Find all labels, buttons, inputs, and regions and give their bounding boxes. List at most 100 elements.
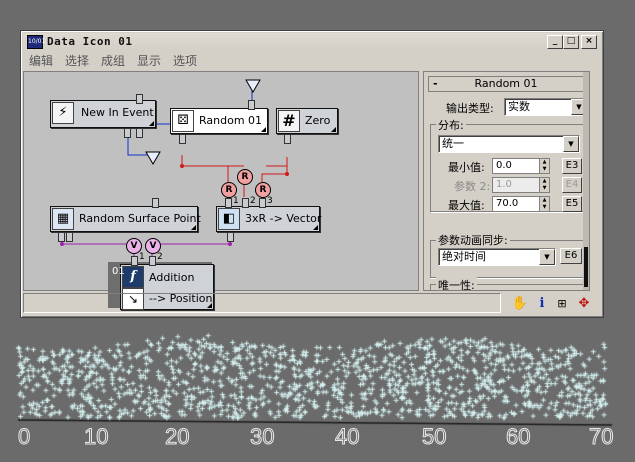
anim-sync-dropdown[interactable]: 绝对时间 ▼ (438, 248, 556, 266)
node-port[interactable] (242, 198, 249, 208)
port-number: 3 (267, 196, 273, 206)
axis-label: 20 (164, 424, 190, 450)
max-spinner[interactable]: 70.0 ▲ ▼ (492, 196, 550, 212)
wire-random-r (181, 155, 244, 167)
distribution-group-label: 分布: (436, 117, 466, 133)
node-port[interactable] (136, 128, 143, 138)
axis-label: 30 (249, 424, 275, 450)
vector-icon: ◧ (218, 208, 240, 230)
node-port[interactable] (225, 198, 232, 208)
node-label: Random Surface Point (79, 212, 201, 225)
status-bar (23, 293, 501, 313)
min-label: 最小值: (448, 161, 485, 174)
spinner-value: 70.0 (496, 198, 519, 209)
node-corner (191, 225, 196, 230)
e5-button[interactable]: E5 (562, 196, 582, 212)
spinner-value: 1.0 (496, 179, 512, 190)
menu-group[interactable]: 成组 (101, 52, 125, 69)
operator-r[interactable]: R (237, 169, 253, 185)
hand-icon[interactable]: ✋ (511, 295, 529, 313)
wire-vector-to-v2 (158, 230, 231, 245)
output-type-label: 输出类型: (446, 102, 494, 115)
dropdown-value: 绝对时间 (442, 250, 486, 263)
max-label: 最大值: (448, 199, 485, 212)
node-port[interactable] (284, 134, 291, 144)
wire-junction (180, 164, 184, 168)
node-corner (313, 225, 318, 230)
chevron-down-icon[interactable]: ▼ (563, 136, 579, 152)
node-port[interactable] (131, 256, 138, 266)
node-port[interactable] (227, 232, 234, 242)
dropdown-value: 统一 (442, 137, 464, 150)
close-button[interactable]: × (581, 35, 597, 49)
wire-zero-r (266, 165, 288, 174)
node-grid-icon[interactable]: ⊞ (553, 295, 571, 313)
node-random-surface-point[interactable]: ▦ Random Surface Point (50, 206, 201, 232)
wire-zero-to-r3 (261, 157, 288, 182)
uniqueness-group-label: 唯一性: (436, 277, 477, 291)
min-spinner[interactable]: 0.0 ▲ ▼ (492, 158, 550, 174)
schematic-canvas[interactable]: ⚡ New In Event ⚄ Random 01 # Zero ▦ Rand… (23, 71, 419, 310)
e3-button[interactable]: E3 (562, 158, 582, 174)
axis-label: 10 (83, 424, 109, 450)
maximize-button[interactable]: □ (563, 35, 579, 49)
spinner-arrows-icon[interactable]: ▲ ▼ (539, 197, 549, 211)
menu-options[interactable]: 选项 (173, 52, 197, 69)
operator-r[interactable]: R (255, 182, 271, 198)
node-port[interactable] (259, 198, 266, 208)
node-port[interactable] (179, 134, 186, 144)
move-icon[interactable]: ✥ (575, 295, 593, 313)
node-corner (331, 127, 336, 132)
dropdown-value: 实数 (508, 100, 530, 113)
node-random-01[interactable]: ⚄ Random 01 (170, 108, 268, 134)
node-label: Random 01 (199, 114, 263, 127)
parameters-panel: - Random 01 输出类型: 实数 ▼ 分布: 统一 ▼ 最小值: 0.0… (423, 71, 590, 291)
node-zero[interactable]: # Zero (276, 108, 338, 134)
menu-edit[interactable]: 编辑 (29, 52, 53, 69)
wire-junction (285, 172, 289, 176)
node-new-in-event[interactable]: ⚡ New In Event (50, 100, 156, 128)
node-vector[interactable]: ◧ 3xR -> Vector (216, 206, 321, 232)
minimize-button[interactable]: _ (547, 35, 563, 49)
panel-scrollbar[interactable] (583, 72, 589, 290)
spinner-arrows-icon[interactable]: ▲ ▼ (539, 159, 549, 173)
wire-junction (228, 242, 232, 246)
axis-label: 0 (17, 424, 31, 450)
function-icon: f (122, 266, 144, 288)
spinner-value: 0.0 (496, 160, 512, 171)
wire-random-to-r1 (181, 155, 229, 182)
operator-r[interactable]: R (221, 182, 237, 198)
node-port[interactable] (248, 100, 255, 110)
node-port[interactable] (124, 128, 131, 138)
dice-icon: ⚄ (172, 110, 194, 132)
node-port[interactable] (66, 232, 73, 242)
node-port[interactable] (58, 232, 65, 242)
input-triangle-icon (245, 79, 261, 93)
menu-display[interactable]: 显示 (137, 52, 161, 69)
wire-junction (60, 242, 64, 246)
scrollbar-thumb[interactable] (584, 247, 588, 287)
node-port[interactable] (136, 94, 143, 104)
info-icon[interactable]: i (533, 295, 551, 313)
output-type-dropdown[interactable]: 实数 ▼ (504, 98, 588, 116)
distribution-dropdown[interactable]: 统一 ▼ (438, 135, 580, 153)
window-icon: 10/01 (27, 35, 45, 49)
axis-label: 50 (421, 424, 447, 450)
axis-label: 60 (505, 424, 531, 450)
event-icon: ⚡ (52, 102, 74, 124)
title-bar[interactable]: 10/01 Data Icon 01 _ □ × (23, 33, 601, 50)
node-port[interactable] (152, 198, 159, 208)
node-port[interactable] (149, 256, 156, 266)
collapse-icon: - (433, 77, 438, 90)
chevron-down-icon[interactable]: ▼ (539, 249, 555, 265)
menu-bar: 编辑 选择 成组 显示 选项 (23, 51, 601, 69)
rollout-title: Random 01 (474, 77, 538, 90)
port-number: 2 (250, 196, 256, 206)
e6-button[interactable]: E6 (560, 248, 582, 264)
data-icon-window: 10/01 Data Icon 01 _ □ × 编辑 选择 成组 显示 选项 (20, 30, 604, 318)
menu-select[interactable]: 选择 (65, 52, 89, 69)
input-triangle-icon (145, 151, 161, 165)
param2-label: 参数 2: (454, 180, 491, 193)
rollout-header[interactable]: - Random 01 (428, 76, 584, 92)
node-index: 01 (112, 266, 125, 277)
